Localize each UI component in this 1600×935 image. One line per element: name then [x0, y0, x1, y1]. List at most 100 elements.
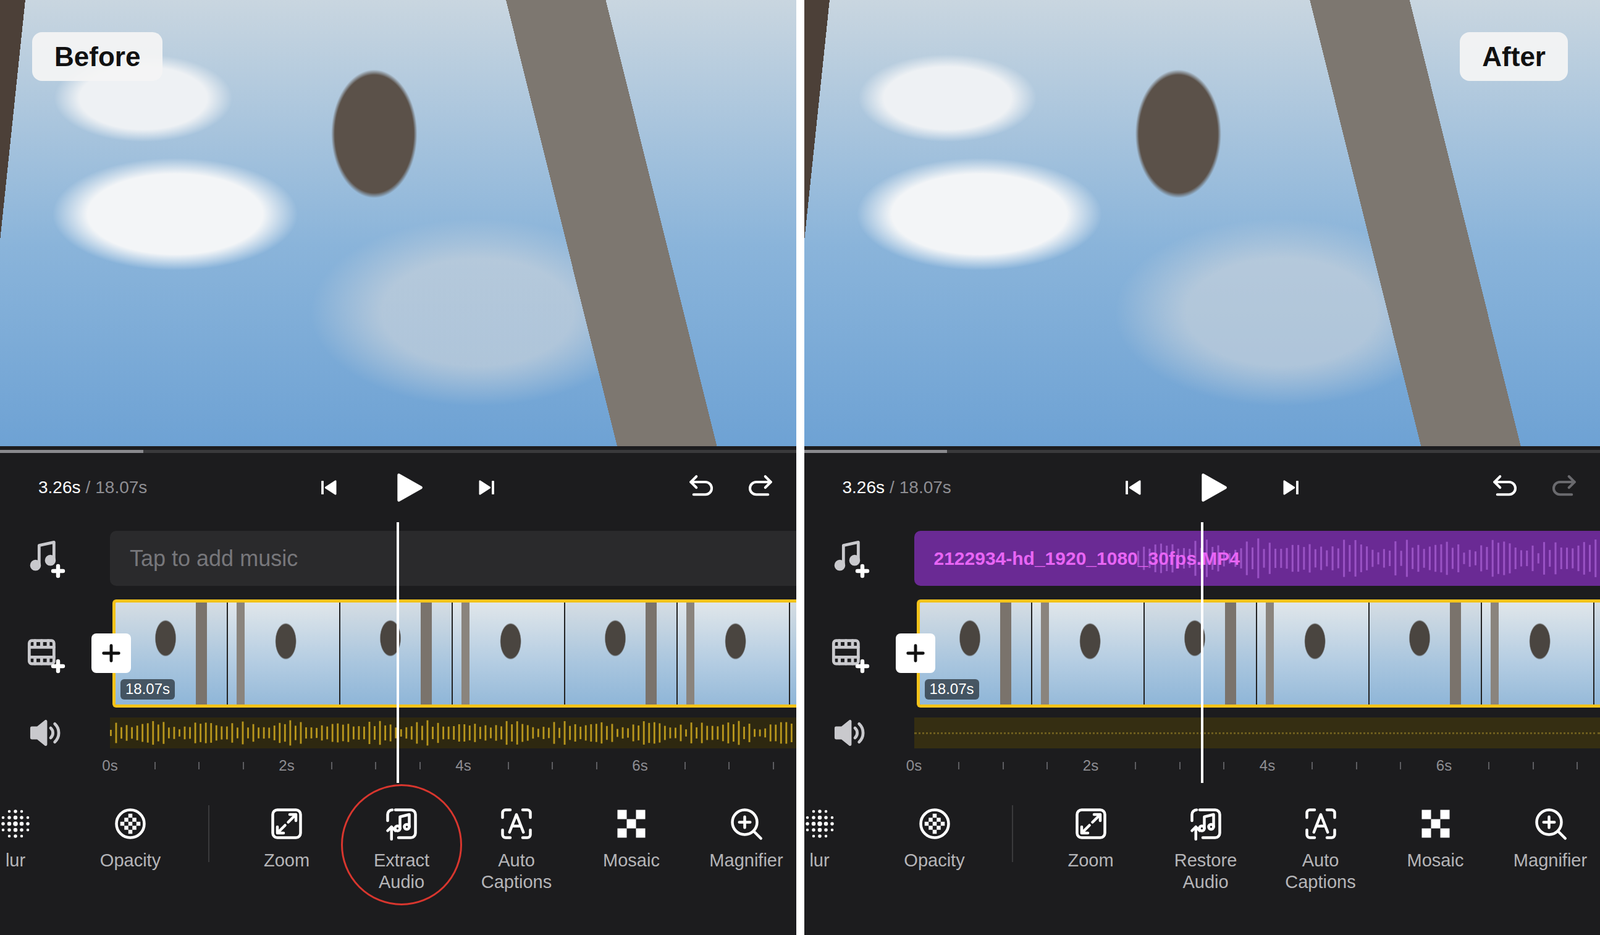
comparison: Before3.26s/18.07sTap to add music18.07s… — [0, 0, 1600, 935]
redo-icon[interactable] — [744, 470, 778, 505]
zoom-icon — [268, 804, 306, 843]
ruler-label: 4s — [455, 754, 471, 777]
time-display: 3.26s/18.07s — [38, 474, 317, 501]
timeline: 2122934-hd_1920_1080_30fps.MP4 18.07s 0s 2s… — [804, 522, 1600, 783]
opacity-icon — [916, 804, 954, 843]
tool-button[interactable]: Zoom — [229, 804, 345, 872]
skip-forward-icon[interactable] — [1279, 475, 1303, 500]
clip-thumbnail — [1257, 602, 1370, 705]
tool-button[interactable]: lur — [0, 804, 73, 872]
music-row-header — [0, 538, 110, 579]
video-clip[interactable]: 18.07s — [916, 599, 1600, 708]
skip-back-icon[interactable] — [1121, 475, 1145, 500]
ruler-cell — [1311, 753, 1356, 778]
skip-forward-icon[interactable] — [475, 475, 499, 500]
ruler-tick — [331, 761, 333, 770]
add-video-icon[interactable] — [830, 633, 870, 674]
add-music-placeholder: Tap to add music — [129, 541, 298, 576]
skip-back-icon[interactable] — [316, 475, 341, 500]
original-audio-track[interactable] — [914, 717, 1600, 749]
current-time: 3.26s — [842, 477, 886, 497]
ruler-tick — [728, 761, 730, 770]
tool-button[interactable]: Mosaic — [1378, 804, 1494, 872]
blur-icon — [804, 804, 839, 843]
clip-thumbnail — [1369, 602, 1483, 705]
ruler-tick — [1311, 761, 1313, 770]
ruler-cell — [1576, 753, 1600, 778]
ruler-tick — [551, 761, 553, 770]
playback-controls — [1121, 469, 1303, 506]
ruler-cell — [551, 753, 597, 778]
time-ruler: 0s2s4s6s — [914, 748, 1600, 783]
ruler-segment: 4s — [1267, 753, 1445, 778]
ruler-cell — [1355, 753, 1401, 778]
original-audio-track[interactable] — [109, 717, 797, 749]
ruler-tick — [1532, 761, 1534, 770]
ruler-cell — [198, 753, 243, 778]
tool-label: Auto Captions — [1274, 849, 1368, 893]
tool-button[interactable]: Zoom — [1033, 804, 1149, 872]
speaker-icon[interactable] — [830, 712, 870, 753]
play-icon[interactable] — [1194, 469, 1230, 506]
clip-thumbnail — [1032, 602, 1145, 705]
tool-label: lur — [809, 849, 830, 872]
tool-button[interactable]: Restore Audio — [1148, 804, 1264, 893]
ruler-tick — [1046, 761, 1048, 770]
tool-button[interactable]: Opacity — [877, 804, 993, 872]
progress-track[interactable] — [0, 449, 797, 453]
time-separator: / — [889, 477, 895, 497]
tool-label: Opacity — [100, 849, 161, 872]
ruler-segment: 2s — [1090, 753, 1268, 778]
tool-label: Zoom — [1067, 849, 1114, 872]
undo-icon[interactable] — [1487, 470, 1521, 505]
add-video-icon[interactable] — [25, 633, 66, 674]
add-clip-button[interactable] — [91, 633, 131, 673]
tool-button[interactable]: Opacity — [72, 804, 188, 872]
tool-button[interactable]: Auto Captions — [1263, 804, 1379, 893]
ruler-cell — [507, 753, 553, 778]
tool-button[interactable]: Magnifier — [688, 804, 797, 872]
playback-controls — [316, 469, 499, 506]
toolbar: lur Opacity Zoom Restore AudioAuto Captions… — [804, 804, 1600, 893]
toolbar: lur Opacity ZoomExtract AudioAuto Captions… — [0, 804, 797, 893]
ruler-cell — [1488, 753, 1533, 778]
tool-button[interactable]: Mosaic — [573, 804, 689, 872]
add-clip-button[interactable] — [895, 633, 936, 673]
music-track[interactable]: 2122934-hd_1920_1080_30fps.MP4 — [914, 530, 1600, 586]
ruler-tick — [198, 761, 200, 770]
video-clip[interactable]: 18.07s — [112, 599, 797, 708]
ruler-label: 4s — [1259, 754, 1276, 777]
audio-icon — [1187, 804, 1225, 843]
mosaic-icon — [1417, 804, 1455, 843]
video-preview: After — [804, 0, 1600, 447]
tool-button[interactable]: Extract Audio — [344, 804, 459, 893]
tool-button[interactable]: Auto Captions — [458, 804, 574, 893]
comparison-label: Before — [32, 32, 163, 81]
total-time: 18.07s — [95, 477, 148, 497]
playhead[interactable] — [1200, 522, 1204, 783]
speaker-icon[interactable] — [25, 712, 66, 753]
add-music-icon[interactable] — [25, 538, 66, 579]
ruler-tick — [1355, 761, 1358, 770]
tool-button[interactable]: lur — [804, 804, 878, 872]
history-controls — [498, 470, 778, 505]
undo-icon[interactable] — [683, 470, 718, 505]
tool-label: lur — [5, 849, 26, 872]
ruler-segment: 2s — [286, 753, 464, 778]
zoom-icon — [1072, 804, 1110, 843]
play-icon[interactable] — [389, 469, 426, 506]
clip-duration: 18.07s — [120, 678, 175, 700]
opacity-icon — [111, 804, 149, 843]
ruler-cell — [958, 753, 1003, 778]
ruler-cell — [1134, 753, 1180, 778]
tool-button[interactable]: Magnifier — [1493, 804, 1600, 872]
add-music-icon[interactable] — [830, 538, 870, 579]
ruler-tick — [1488, 761, 1490, 770]
redo-icon[interactable] — [1548, 470, 1582, 505]
progress-fill — [804, 449, 948, 453]
progress-track[interactable] — [804, 449, 1600, 453]
muted-audio-line — [914, 732, 1600, 734]
music-track[interactable]: Tap to add music — [109, 530, 797, 586]
ruler-cell: 0s — [914, 753, 959, 778]
playhead[interactable] — [396, 522, 400, 783]
